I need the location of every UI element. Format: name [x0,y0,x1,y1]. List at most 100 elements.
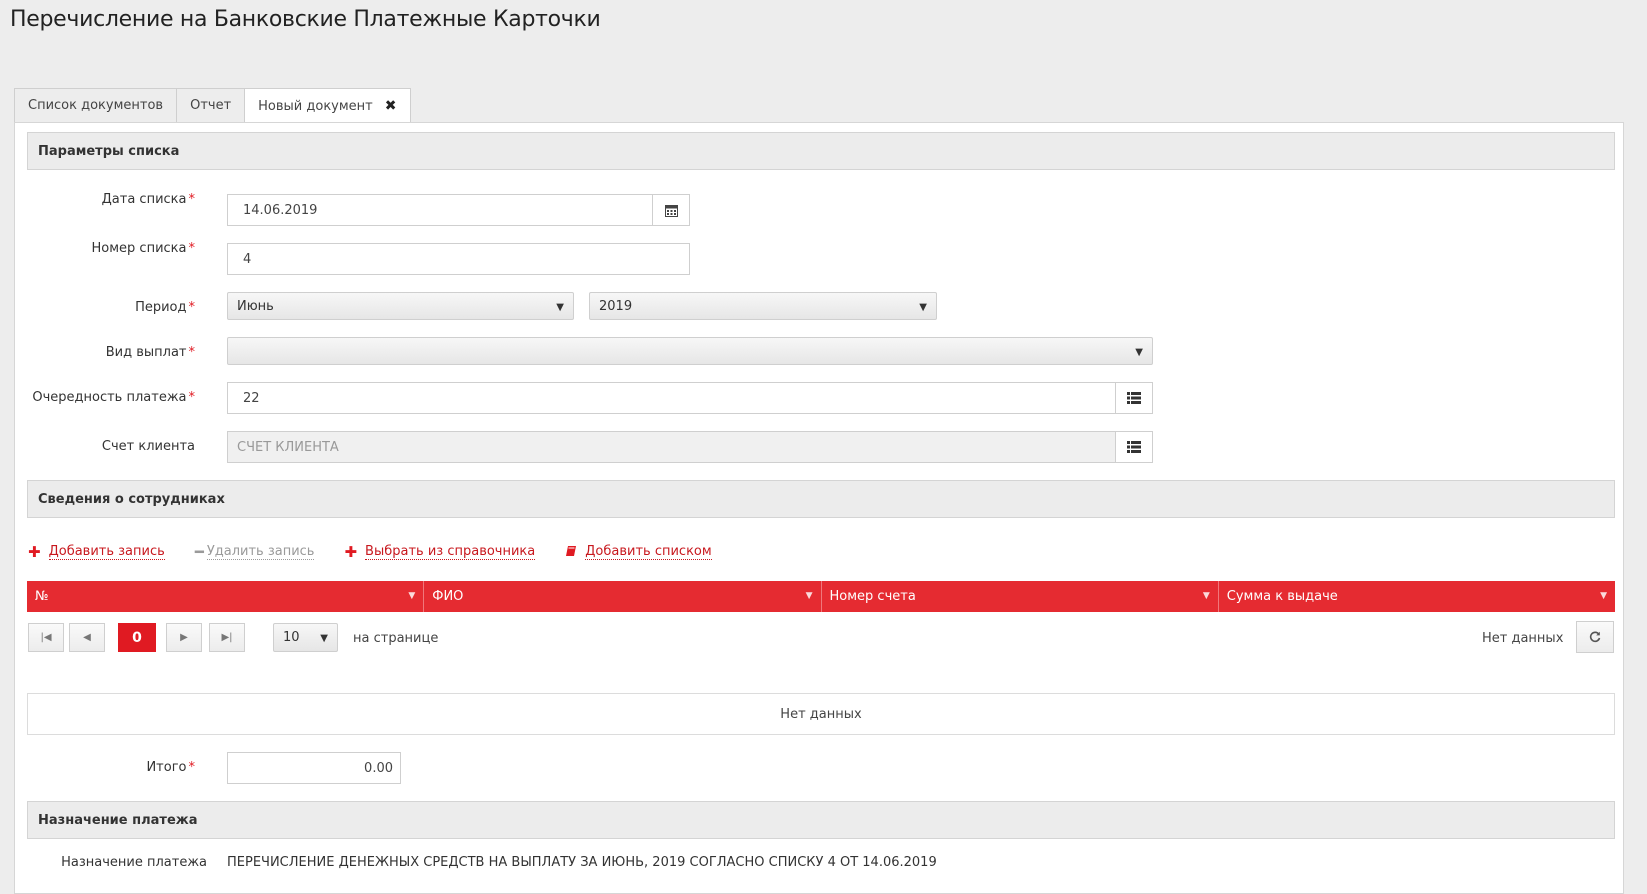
priority-label: Очередность платежа * [0,390,195,405]
chevron-down-icon: ▼ [408,591,416,601]
section-employees-header: Сведения о сотрудниках [27,480,1615,518]
account-label: Счет клиента [0,439,195,454]
priority-label-text: Очередность платежа [32,390,187,405]
delete-record-text: Удалить запись [206,544,315,560]
refresh-button[interactable] [1576,621,1614,653]
number-label: Номер списка * [0,241,195,256]
number-value: 4 [243,251,252,267]
page-title: Перечисление на Банковские Платежные Кар… [10,7,601,32]
first-page-icon: |◀ [40,632,52,643]
account-label-text: Счет клиента [101,439,195,454]
calendar-icon [664,204,678,217]
grid-header: № ▼ ФИО ▼ Номер счета ▼ Сумма к выдаче ▼ [27,581,1615,612]
add-list-text: Добавить списком [585,544,712,560]
column-label: ФИО [432,589,464,604]
pager-status: Нет данных [1482,631,1564,646]
payment-type-label-text: Вид выплат [105,345,187,360]
add-list-link[interactable]: Добавить списком [565,543,712,561]
list-icon [1127,441,1141,453]
tab-label: Отчет [190,98,232,113]
account-field[interactable]: СЧЕТ КЛИЕНТА [227,431,1153,463]
caret-down-icon: ▼ [320,633,328,644]
column-label: Сумма к выдаче [1226,589,1338,604]
first-page-button[interactable]: |◀ [28,623,64,652]
column-label: № [35,589,49,604]
chevron-down-icon: ▼ [1600,591,1607,601]
number-label-text: Номер списка [91,241,187,256]
page-size-select[interactable]: 10 ▼ [273,623,338,652]
empty-text: Нет данных [780,706,862,722]
calendar-button[interactable] [652,194,690,226]
purpose-label: Назначение платежа [61,855,207,870]
current-page[interactable]: 0 [118,623,156,652]
close-icon[interactable]: ✖ [385,98,397,114]
account-lookup-button[interactable] [1115,431,1153,463]
period-label: Период * [0,300,195,315]
purpose-value: ПЕРЕЧИСЛЕНИЕ ДЕНЕЖНЫХ СРЕДСТВ НА ВЫПЛАТУ… [227,855,937,870]
priority-lookup-button[interactable] [1115,382,1153,414]
date-label: Дата списка * [0,192,195,207]
period-year-select[interactable]: 2019 ▼ [589,292,937,320]
tab-label: Список документов [28,98,164,113]
section-params-header: Параметры списка [27,132,1615,170]
priority-field[interactable]: 22 [227,382,1153,414]
add-record-link[interactable]: ✚ Добавить запись [28,543,165,561]
book-icon [565,543,577,561]
minus-icon: ━ [194,543,204,561]
date-label-text: Дата списка [101,192,187,207]
column-header-account[interactable]: Номер счета ▼ [822,581,1219,612]
caret-down-icon: ▼ [1135,347,1143,358]
list-icon [1127,392,1141,404]
required-mark: * [188,300,196,315]
prev-page-button[interactable]: ◀ [69,623,105,652]
column-header-name[interactable]: ФИО ▼ [424,581,822,612]
column-header-number[interactable]: № ▼ [27,581,425,612]
priority-value: 22 [243,390,260,406]
period-year-value: 2019 [599,298,633,314]
per-page-label: на странице [353,631,439,646]
column-label: Номер счета [829,589,916,604]
column-header-amount[interactable]: Сумма к выдаче ▼ [1219,581,1615,612]
chevron-down-icon: ▼ [1202,591,1210,601]
total-value: 0.00 [364,760,393,776]
next-page-button[interactable]: ▶ [166,623,202,652]
grid-toolbar: ✚ Добавить запись ━ Удалить запись ✚ Выбрат… [28,543,742,561]
required-mark: * [188,192,196,207]
total-label-text: Итого [146,760,187,775]
add-record-text: Добавить запись [48,544,165,560]
tab-bar: Список документов Отчет Новый документ ✖ [14,88,411,123]
pick-from-directory-text: Выбрать из справочника [365,544,536,560]
prev-page-icon: ◀ [83,632,91,643]
required-mark: * [188,760,196,775]
payment-type-select[interactable]: ▼ [227,337,1153,365]
next-page-icon: ▶ [180,632,188,643]
required-mark: * [188,241,196,256]
last-page-button[interactable]: ▶| [209,623,245,652]
page-size-value: 10 [283,630,300,645]
delete-record-link[interactable]: ━ Удалить запись [195,543,315,561]
section-purpose-header: Назначение платежа [27,801,1615,839]
required-mark: * [188,390,196,405]
caret-down-icon: ▼ [556,302,564,313]
payment-type-label: Вид выплат * [0,345,195,360]
plus-icon: ✚ [344,543,358,561]
grid-empty-row: Нет данных [27,693,1615,735]
period-month-value: Июнь [237,298,274,314]
total-field[interactable]: 0.00 [227,752,401,784]
period-month-select[interactable]: Июнь ▼ [227,292,574,320]
tab-report[interactable]: Отчет [176,88,246,122]
tab-document-list[interactable]: Список документов [14,88,178,122]
number-field[interactable]: 4 [227,243,690,275]
required-mark: * [188,345,196,360]
period-label-text: Период [135,300,187,315]
plus-icon: ✚ [28,543,41,561]
pick-from-directory-link[interactable]: ✚ Выбрать из справочника [344,543,536,561]
total-label: Итого * [0,760,195,775]
chevron-down-icon: ▼ [805,591,813,601]
tab-label: Новый документ [258,98,373,114]
caret-down-icon: ▼ [919,302,927,313]
date-field[interactable]: 14.06.2019 [227,194,690,226]
account-placeholder: СЧЕТ КЛИЕНТА [237,439,339,455]
last-page-icon: ▶| [221,632,233,643]
tab-new-document[interactable]: Новый документ ✖ [244,88,411,123]
